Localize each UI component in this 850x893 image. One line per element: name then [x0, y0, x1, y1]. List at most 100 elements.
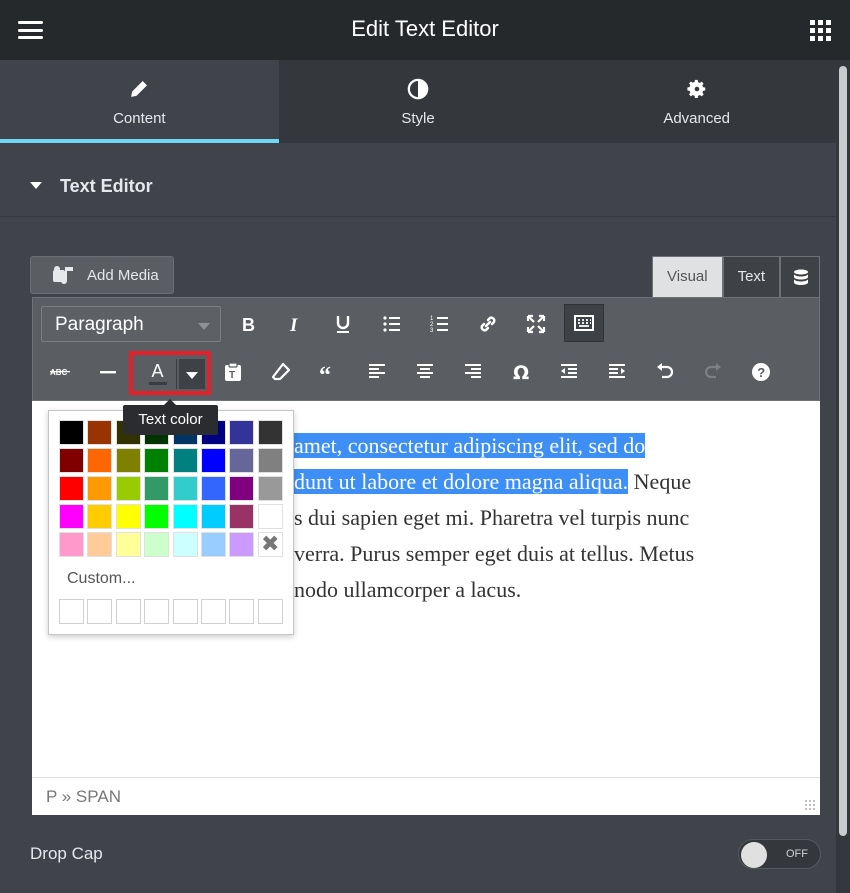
- toolbar-toggle-button[interactable]: [564, 304, 604, 342]
- resize-handle-icon[interactable]: [804, 799, 816, 811]
- color-swatch[interactable]: [115, 532, 141, 557]
- align-left-button[interactable]: [360, 355, 394, 389]
- editor-statusbar: P » SPAN: [32, 777, 820, 815]
- color-swatch[interactable]: [144, 504, 170, 529]
- color-swatch[interactable]: [59, 476, 84, 501]
- custom-color-swatch[interactable]: [257, 599, 283, 624]
- drop-cap-toggle[interactable]: OFF: [738, 839, 821, 869]
- color-swatch[interactable]: [144, 476, 170, 501]
- align-right-button[interactable]: [456, 355, 490, 389]
- color-swatch[interactable]: [87, 448, 113, 473]
- text-color-icon[interactable]: A: [139, 359, 177, 389]
- color-swatch[interactable]: [257, 476, 283, 501]
- section-header-text-editor[interactable]: Text Editor: [0, 155, 836, 217]
- color-swatch[interactable]: [59, 504, 84, 529]
- bold-button[interactable]: B: [231, 307, 265, 341]
- redo-button[interactable]: [696, 355, 730, 389]
- outdent-button[interactable]: [552, 355, 586, 389]
- link-button[interactable]: [471, 307, 505, 341]
- clear-formatting-button[interactable]: [264, 355, 298, 389]
- color-swatch[interactable]: [172, 532, 198, 557]
- text-color-button[interactable]: A: [129, 351, 211, 395]
- color-swatch[interactable]: [200, 504, 226, 529]
- color-swatch[interactable]: [59, 532, 84, 557]
- section-title: Text Editor: [60, 176, 153, 196]
- color-swatch[interactable]: [257, 448, 283, 473]
- color-swatch[interactable]: [115, 504, 141, 529]
- strikethrough-button[interactable]: ABC: [43, 355, 77, 389]
- color-swatch[interactable]: [229, 504, 255, 529]
- horizontal-line-button[interactable]: [91, 355, 125, 389]
- help-button[interactable]: ?: [744, 355, 778, 389]
- svg-text:Ω: Ω: [513, 362, 529, 383]
- bullet-list-button[interactable]: [375, 307, 409, 341]
- color-swatch[interactable]: [257, 504, 283, 529]
- color-swatch[interactable]: [59, 420, 84, 445]
- panel-title: Edit Text Editor: [351, 16, 499, 41]
- dynamic-tags-button[interactable]: [780, 256, 821, 297]
- undo-button[interactable]: [648, 355, 682, 389]
- blockquote-button[interactable]: “: [312, 355, 346, 389]
- align-center-button[interactable]: [408, 355, 442, 389]
- color-swatch[interactable]: [144, 532, 170, 557]
- panel-scrollbar[interactable]: [836, 60, 850, 893]
- format-select[interactable]: Paragraph: [41, 306, 221, 342]
- color-swatch[interactable]: [200, 532, 226, 557]
- widgets-grid-icon[interactable]: [810, 20, 831, 41]
- color-swatch[interactable]: [229, 476, 255, 501]
- color-swatch[interactable]: [115, 476, 141, 501]
- remove-color-icon[interactable]: ✖: [257, 532, 283, 557]
- scrollbar-thumb[interactable]: [839, 66, 847, 836]
- tab-style[interactable]: Style: [279, 60, 558, 143]
- custom-color-swatch[interactable]: [200, 599, 226, 624]
- color-swatch[interactable]: [229, 532, 255, 557]
- color-swatch[interactable]: [257, 420, 283, 445]
- custom-color-swatch[interactable]: [87, 599, 113, 624]
- text-line: verra. Purus semper eget duis at tellus.…: [294, 536, 694, 572]
- contrast-icon: [407, 78, 429, 100]
- toggle-knob[interactable]: [741, 842, 767, 868]
- underline-icon: [336, 316, 350, 333]
- color-swatch[interactable]: [229, 420, 255, 445]
- color-swatch[interactable]: [200, 448, 226, 473]
- color-swatch[interactable]: [87, 420, 113, 445]
- color-swatch[interactable]: [229, 448, 255, 473]
- svg-text:I: I: [289, 315, 298, 335]
- color-swatch[interactable]: [87, 532, 113, 557]
- color-swatch[interactable]: [115, 448, 141, 473]
- tab-advanced[interactable]: Advanced: [557, 60, 836, 143]
- indent-button[interactable]: [600, 355, 634, 389]
- custom-color-link[interactable]: Custom...: [67, 570, 135, 588]
- caret-down-icon: [30, 182, 42, 189]
- color-swatch[interactable]: [87, 476, 113, 501]
- color-swatch[interactable]: [144, 448, 170, 473]
- bold-icon: B: [242, 315, 255, 335]
- element-path[interactable]: P » SPAN: [46, 787, 121, 807]
- color-swatch[interactable]: [200, 476, 226, 501]
- color-swatch[interactable]: [172, 476, 198, 501]
- tab-text[interactable]: Text: [722, 256, 781, 297]
- editor-toolbar: Paragraph B I 123 ABC A T “ Ω ?: [32, 297, 820, 401]
- underline-button[interactable]: [326, 307, 360, 341]
- color-swatch[interactable]: [172, 504, 198, 529]
- custom-color-swatch[interactable]: [144, 599, 170, 624]
- numbered-list-button[interactable]: 123: [423, 307, 457, 341]
- svg-text:T: T: [229, 370, 235, 381]
- color-swatch[interactable]: [87, 504, 113, 529]
- special-character-button[interactable]: Ω: [504, 355, 538, 389]
- custom-color-swatch[interactable]: [115, 599, 141, 624]
- color-swatch[interactable]: [59, 448, 84, 473]
- italic-button[interactable]: I: [278, 307, 312, 341]
- paste-text-button[interactable]: T: [216, 355, 250, 389]
- add-media-button[interactable]: Add Media: [30, 256, 174, 294]
- text-color-dropdown[interactable]: [179, 359, 205, 389]
- tab-style-label: Style: [401, 110, 435, 127]
- custom-color-swatch[interactable]: [172, 599, 198, 624]
- custom-color-swatch[interactable]: [59, 599, 84, 624]
- tab-visual[interactable]: Visual: [652, 256, 723, 297]
- tab-content[interactable]: Content: [0, 60, 279, 143]
- fullscreen-button[interactable]: [519, 307, 553, 341]
- custom-color-swatch[interactable]: [229, 599, 255, 624]
- svg-text:B: B: [242, 315, 255, 335]
- color-swatch[interactable]: [172, 448, 198, 473]
